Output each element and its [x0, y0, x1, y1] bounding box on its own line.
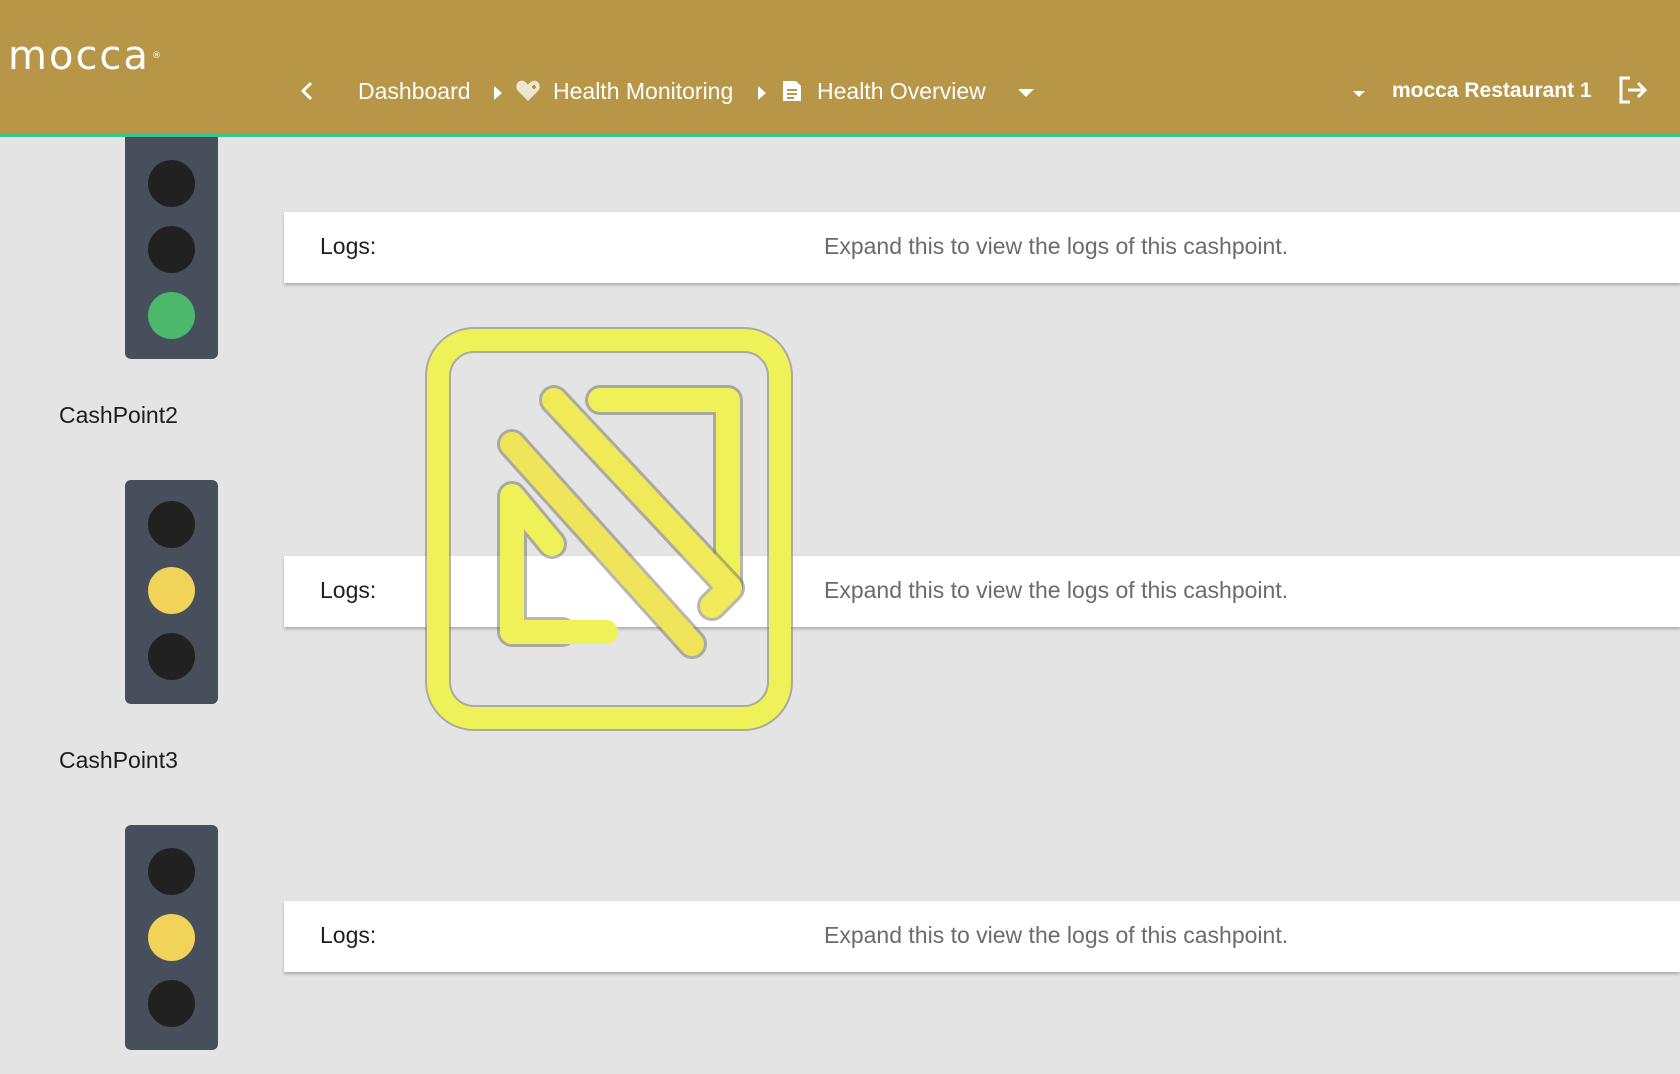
logs-label: Logs: — [320, 233, 377, 259]
mocca-logo[interactable]: mocca ® — [8, 36, 163, 76]
breadcrumb-separator-icon — [758, 86, 766, 100]
lamp-yellow — [148, 567, 195, 614]
breadcrumb-separator-icon — [494, 86, 502, 100]
traffic-light-status — [125, 480, 218, 704]
logs-hint: Expand this to view the logs of this cas… — [824, 233, 1289, 259]
lamp-red — [148, 160, 195, 207]
cashpoint-name: CashPoint3 — [59, 747, 178, 773]
restaurant-selector[interactable]: mocca Restaurant 1 — [1392, 79, 1592, 103]
logs-hint: Expand this to view the logs of this cas… — [824, 922, 1289, 948]
breadcrumb-health-monitoring[interactable]: Health Monitoring — [553, 76, 733, 106]
traffic-light-status — [125, 137, 218, 359]
lamp-yellow — [148, 226, 195, 273]
logo-text: mocca — [8, 33, 150, 79]
traffic-light-status — [125, 825, 218, 1050]
lamp-green — [148, 980, 195, 1027]
logo-registered-mark: ® — [151, 51, 163, 61]
breadcrumb-health-overview[interactable]: Health Overview — [817, 76, 986, 106]
watermark-logo-icon — [425, 327, 793, 731]
dropdown-caret-icon[interactable] — [1017, 88, 1035, 98]
top-navigation-bar: mocca ® Dashboard Health Monitoring Healt… — [0, 0, 1680, 137]
lamp-red — [148, 501, 195, 548]
logs-expander[interactable]: Logs: Expand this to view the logs of th… — [284, 212, 1680, 283]
heart-icon — [516, 80, 540, 101]
cashpoint-name: CashPoint2 — [59, 402, 178, 428]
breadcrumb-dashboard[interactable]: Dashboard — [358, 76, 471, 106]
back-chevron-icon[interactable] — [299, 80, 315, 102]
lamp-yellow — [148, 914, 195, 961]
restaurant-dropdown-caret-icon[interactable] — [1352, 90, 1366, 98]
lamp-green — [148, 633, 195, 680]
lamp-green — [148, 292, 195, 339]
logs-hint: Expand this to view the logs of this cas… — [824, 577, 1289, 603]
logs-label: Logs: — [320, 577, 377, 603]
logout-icon[interactable] — [1617, 74, 1649, 106]
document-icon — [783, 81, 801, 101]
logs-expander[interactable]: Logs: Expand this to view the logs of th… — [284, 901, 1680, 972]
lamp-red — [148, 848, 195, 895]
logs-label: Logs: — [320, 922, 377, 948]
